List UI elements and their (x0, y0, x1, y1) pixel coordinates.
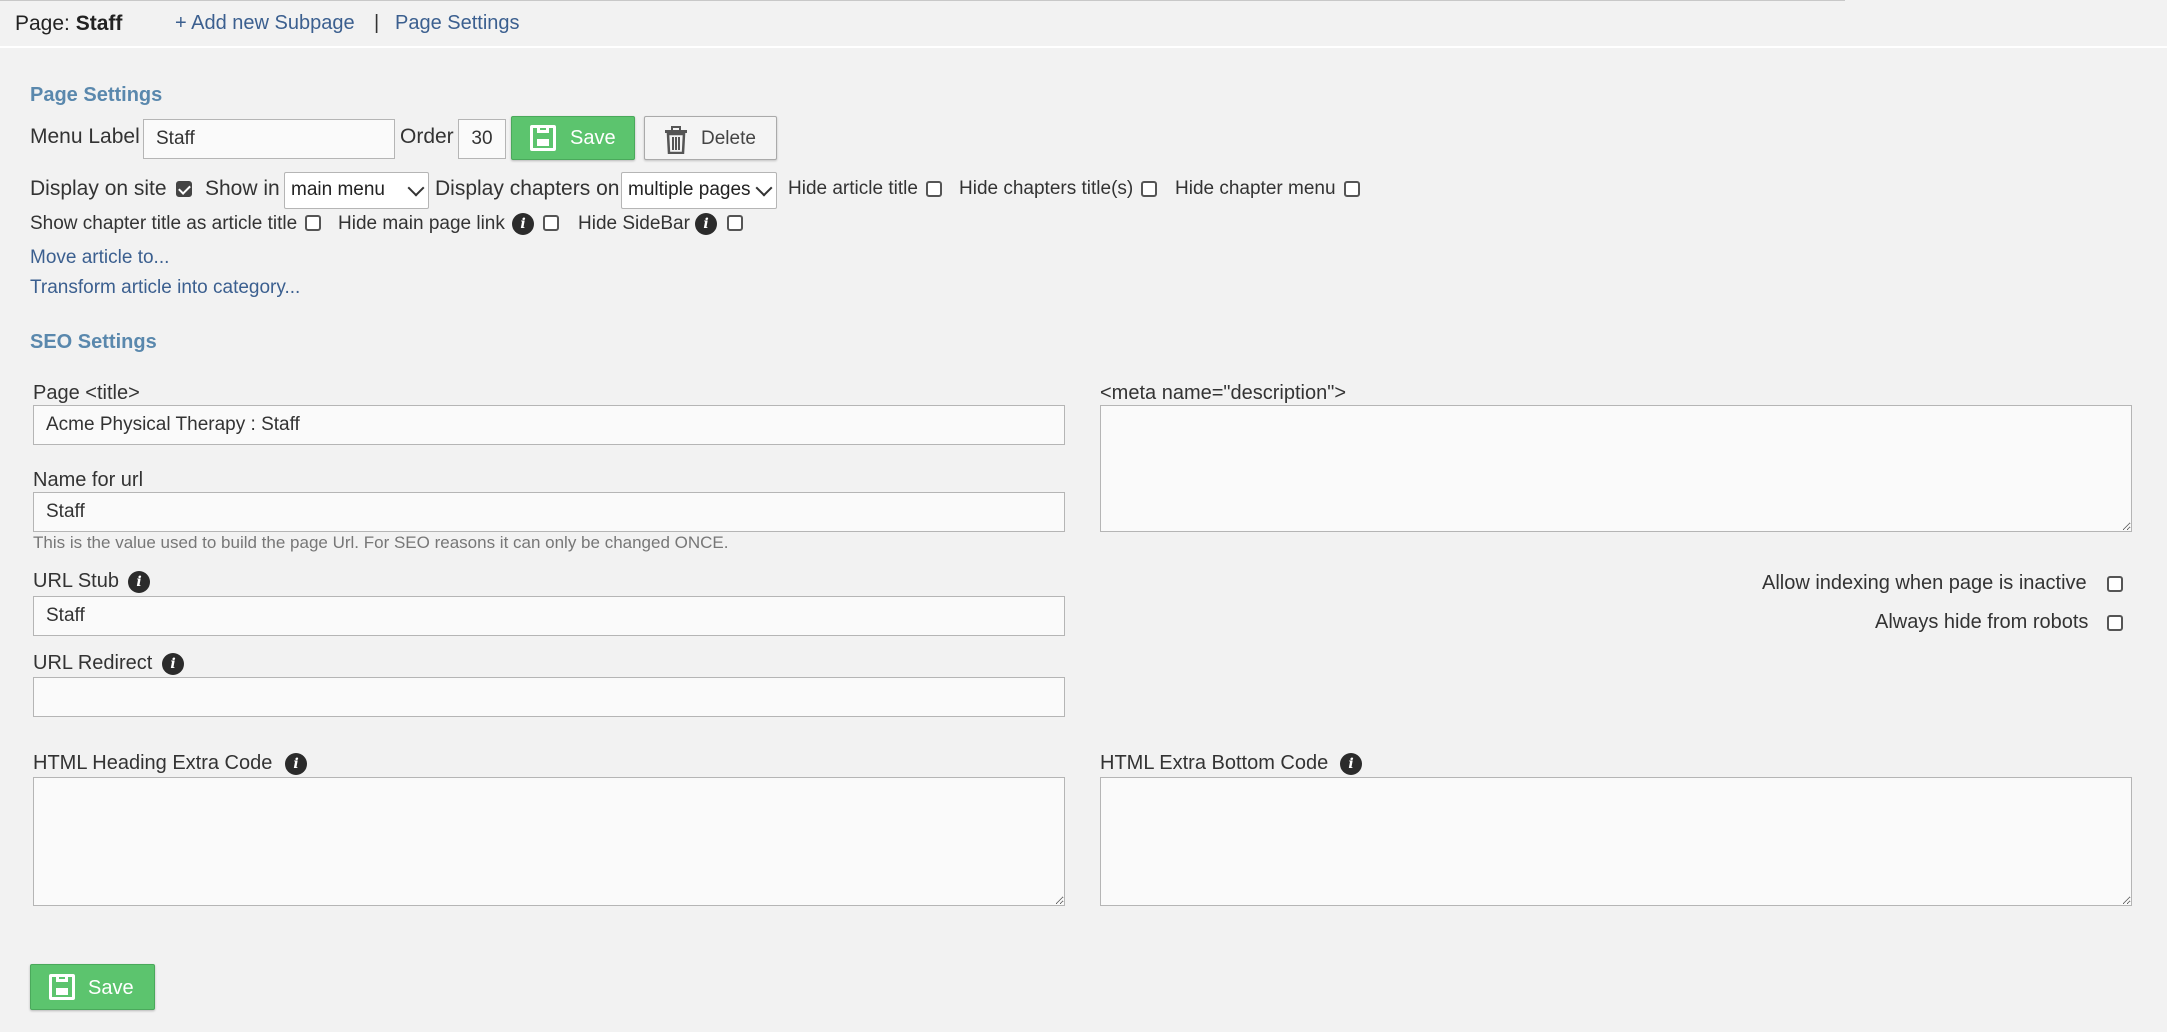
hide-sidebar-label: Hide SideBar (578, 213, 690, 234)
chevron-down-icon (407, 179, 425, 197)
name-for-url-label: Name for url (33, 469, 144, 491)
hide-main-page-link-label: Hide main page link (338, 213, 505, 234)
display-chapters-value: multiple pages (628, 179, 751, 200)
info-icon[interactable]: i (1340, 753, 1362, 775)
hide-sidebar-checkbox[interactable] (727, 215, 743, 231)
always-hide-robots-label: Always hide from robots (1875, 611, 2089, 633)
page-name: Staff (75, 12, 123, 35)
add-subpage-link[interactable]: + Add new Subpage (175, 12, 355, 35)
floppy-disk-icon (530, 125, 556, 151)
html-heading-label: HTML Heading Extra Code (33, 752, 273, 774)
info-icon[interactable]: i (162, 653, 184, 675)
display-on-site-checkbox[interactable] (176, 181, 192, 197)
html-bottom-textarea[interactable] (1100, 777, 2132, 906)
display-on-site-label: Display on site (30, 177, 167, 200)
show-chapter-title-label: Show chapter title as article title (30, 213, 298, 234)
show-in-value: main menu (291, 179, 385, 200)
delete-button[interactable]: Delete (644, 116, 777, 160)
info-icon[interactable]: i (128, 571, 150, 593)
save-button-label: Save (570, 127, 616, 149)
hide-main-page-link-checkbox[interactable] (543, 215, 559, 231)
menu-label-label: Menu Label (30, 125, 140, 148)
meta-description-label: <meta name="description"> (1100, 382, 1347, 404)
order-label: Order (400, 125, 454, 148)
save-button-bottom[interactable]: Save (30, 964, 155, 1010)
url-redirect-input[interactable] (33, 677, 1065, 717)
name-for-url-hint: This is the value used to build the page… (33, 533, 729, 552)
display-chapters-label: Display chapters on (435, 177, 620, 200)
trash-icon (665, 126, 687, 154)
url-stub-label: URL Stub (33, 570, 119, 592)
move-article-link[interactable]: Move article to... (30, 247, 169, 269)
info-icon[interactable]: i (695, 213, 717, 235)
header-separator: | (374, 12, 380, 34)
page-title-input[interactable] (33, 405, 1065, 445)
hide-chapter-menu-checkbox[interactable] (1344, 181, 1360, 197)
page-breadcrumb: Page: Staff (15, 12, 122, 36)
save-button-top[interactable]: Save (511, 116, 635, 160)
top-divider (0, 0, 1845, 1)
page-settings-link[interactable]: Page Settings (395, 12, 520, 35)
url-redirect-label: URL Redirect (33, 652, 153, 674)
hide-article-title-label: Hide article title (788, 178, 918, 199)
hide-chapters-titles-label: Hide chapters title(s) (959, 178, 1134, 199)
delete-button-label: Delete (701, 128, 756, 149)
transform-article-link[interactable]: Transform article into category... (30, 277, 300, 299)
page-title-label: Page <title> (33, 382, 140, 404)
show-in-select[interactable]: main menu (284, 172, 429, 209)
allow-indexing-checkbox[interactable] (2107, 576, 2123, 592)
seo-settings-title: SEO Settings (30, 331, 157, 353)
hide-chapter-menu-label: Hide chapter menu (1175, 178, 1336, 199)
order-input[interactable] (458, 119, 506, 159)
show-in-label: Show in (205, 177, 280, 200)
floppy-disk-icon (49, 974, 75, 1000)
show-chapter-title-checkbox[interactable] (305, 215, 321, 231)
always-hide-robots-checkbox[interactable] (2107, 615, 2123, 631)
chevron-down-icon (755, 179, 773, 197)
info-icon[interactable]: i (285, 753, 307, 775)
menu-label-input[interactable] (143, 119, 395, 159)
hide-article-title-checkbox[interactable] (926, 181, 942, 197)
page-settings-title: Page Settings (30, 84, 163, 106)
top-bar: Page: Staff + Add new Subpage | Page Set… (0, 0, 2167, 48)
meta-description-textarea[interactable] (1100, 405, 2132, 532)
save-button-label: Save (88, 977, 134, 999)
info-icon[interactable]: i (512, 213, 534, 235)
html-bottom-label: HTML Extra Bottom Code (1100, 752, 1329, 774)
allow-indexing-label: Allow indexing when page is inactive (1762, 572, 2087, 594)
name-for-url-input[interactable] (33, 492, 1065, 532)
page-prefix: Page: (15, 12, 70, 35)
html-heading-textarea[interactable] (33, 777, 1065, 906)
url-stub-input[interactable] (33, 596, 1065, 636)
hide-chapters-titles-checkbox[interactable] (1141, 181, 1157, 197)
display-chapters-select[interactable]: multiple pages (621, 172, 777, 209)
